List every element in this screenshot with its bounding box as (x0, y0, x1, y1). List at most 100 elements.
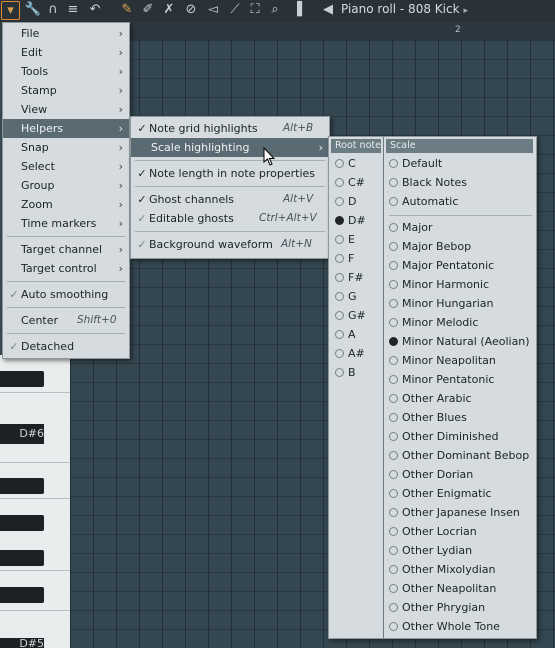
chevron-right-icon: › (318, 141, 323, 154)
menu-separator (7, 281, 125, 282)
radio-icon (389, 261, 398, 270)
menu-item-note-grid-highlights[interactable]: ✓ Note grid highlights Alt+B (131, 119, 329, 138)
menu-item-file[interactable]: File › (3, 24, 129, 43)
list-icon[interactable]: ≡ (64, 1, 82, 19)
piano-key-divider (0, 462, 70, 463)
menu-separator (7, 333, 125, 334)
radio-icon (389, 299, 398, 308)
radio-icon (335, 349, 344, 358)
piano-key-black[interactable] (0, 515, 44, 531)
piano-key-d5[interactable]: D#5 (0, 638, 44, 648)
menu-item-ghost-channels[interactable]: ✓ Ghost channels Alt+V (131, 190, 329, 209)
radio-icon (389, 178, 398, 187)
chevron-right-icon: › (118, 65, 123, 78)
menu-item-center[interactable]: Center Shift+0 (3, 311, 129, 330)
piano-key-divider (0, 498, 70, 499)
check-icon: ✓ (137, 193, 147, 206)
radio-icon (389, 527, 398, 536)
wrench-icon[interactable]: 🔧 (24, 1, 42, 19)
menu-item-note-length[interactable]: ✓ Note length in note properties (131, 164, 329, 183)
radio-icon (389, 242, 398, 251)
delete-icon[interactable]: ✗ (160, 1, 178, 19)
bar-number: 2 (455, 25, 461, 35)
root-note-header: Root note (331, 139, 381, 153)
menu-item-snap[interactable]: Snap › (3, 138, 129, 157)
piano-key-divider (0, 570, 70, 571)
check-icon: ✓ (9, 340, 19, 353)
select-icon[interactable]: ⛶ (246, 1, 264, 19)
check-icon: ✓ (137, 212, 147, 225)
menu-item-time-markers[interactable]: Time markers › (3, 214, 129, 233)
radio-icon (389, 223, 398, 232)
check-icon: ✓ (9, 288, 19, 301)
radio-icon (335, 197, 344, 206)
radio-icon (389, 375, 398, 384)
radio-icon (389, 584, 398, 593)
menu-item-editable-ghosts[interactable]: ✓ Editable ghosts Ctrl+Alt+V (131, 209, 329, 228)
menu-item-edit[interactable]: Edit › (3, 43, 129, 62)
menu-item-helpers[interactable]: Helpers › (3, 119, 129, 138)
radio-icon (389, 546, 398, 555)
radio-icon (389, 622, 398, 631)
radio-selected-icon (389, 337, 398, 346)
menu-separator (389, 215, 532, 216)
chevron-right-icon: ▸ (463, 6, 469, 16)
radio-icon (389, 318, 398, 327)
window-title[interactable]: Piano roll - 808 Kick ▸ (341, 2, 468, 16)
slice-icon[interactable]: ◅ (204, 1, 222, 19)
panel-divider (383, 137, 384, 638)
chevron-right-icon: › (118, 243, 123, 256)
menu-item-view[interactable]: View › (3, 100, 129, 119)
radio-icon (389, 565, 398, 574)
piano-key-black[interactable] (0, 478, 44, 494)
check-icon: ✓ (137, 238, 147, 251)
mute-icon[interactable]: ⊘ (182, 1, 200, 19)
chevron-right-icon: › (118, 141, 123, 154)
radio-icon (389, 451, 398, 460)
menu-item-detached[interactable]: ✓ Detached (3, 337, 129, 356)
zoom-icon[interactable]: ⌕ (266, 1, 284, 19)
piano-key-d6[interactable]: D#6 (0, 424, 44, 444)
piano-key-black[interactable] (0, 371, 44, 387)
mouse-cursor-icon (263, 147, 276, 166)
chevron-right-icon: › (118, 179, 123, 192)
piano-key-black[interactable] (0, 550, 44, 566)
piano-key-black[interactable] (0, 587, 44, 603)
menu-item-zoom[interactable]: Zoom › (3, 195, 129, 214)
main-menu: File › Edit › Tools › Stamp › View › Helpers ›… (2, 22, 130, 359)
radio-icon (389, 432, 398, 441)
radio-icon (389, 413, 398, 422)
menu-item-tools[interactable]: Tools › (3, 62, 129, 81)
chevron-right-icon: › (118, 198, 123, 211)
pencil-icon[interactable]: ✎ (118, 1, 136, 19)
menu-separator (135, 160, 325, 161)
chevron-right-icon: › (118, 262, 123, 275)
radio-icon (335, 235, 344, 244)
speaker-icon[interactable]: ▐ (288, 1, 306, 19)
paint-icon[interactable]: ✐ (139, 1, 157, 19)
radio-icon (335, 330, 344, 339)
menu-item-select[interactable]: Select › (3, 157, 129, 176)
menu-arrow-icon[interactable]: ▾ (1, 1, 20, 20)
undo-icon[interactable]: ↶ (86, 1, 104, 19)
menu-item-background-waveform[interactable]: ✓ Background waveform Alt+N (131, 235, 329, 254)
menu-item-stamp[interactable]: Stamp › (3, 81, 129, 100)
piano-keyboard[interactable]: D#6 D#5 (0, 355, 70, 648)
chevron-right-icon: › (118, 84, 123, 97)
radio-icon (389, 280, 398, 289)
menu-item-target-control[interactable]: Target control › (3, 259, 129, 278)
radio-icon (335, 254, 344, 263)
speaker-icon[interactable]: ◀ (319, 1, 337, 19)
radio-icon (335, 311, 344, 320)
menu-item-auto-smoothing[interactable]: ✓ Auto smoothing (3, 285, 129, 304)
menu-item-target-channel[interactable]: Target channel › (3, 240, 129, 259)
chevron-right-icon: › (118, 27, 123, 40)
menu-separator (7, 307, 125, 308)
magnet-icon[interactable]: ∩ (44, 1, 62, 19)
radio-icon (335, 368, 344, 377)
menu-item-group[interactable]: Group › (3, 176, 129, 195)
piano-key-divider (0, 392, 70, 393)
select-icon[interactable]: ⟋ (226, 1, 244, 19)
radio-icon (389, 394, 398, 403)
menu-item-scale-highlighting[interactable]: Scale highlighting › (131, 138, 329, 157)
